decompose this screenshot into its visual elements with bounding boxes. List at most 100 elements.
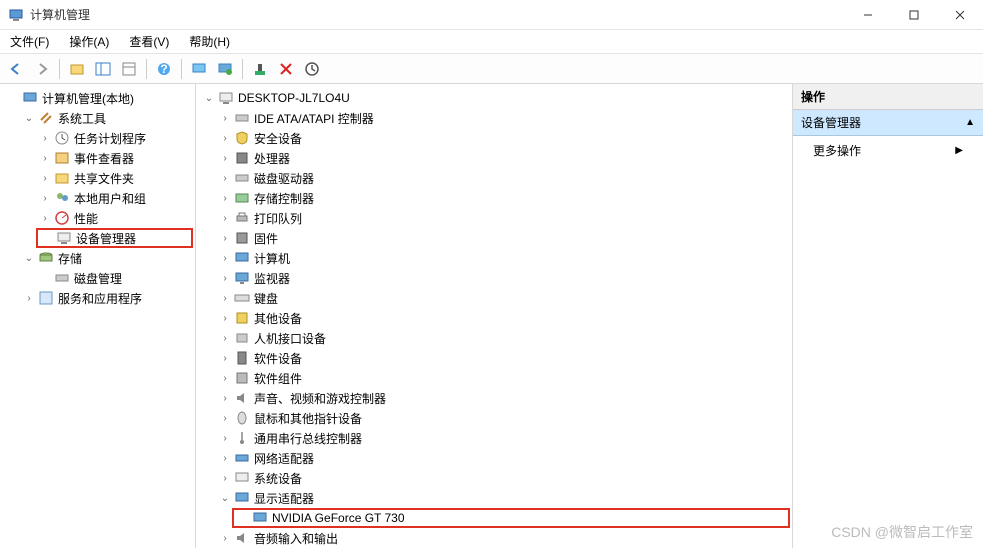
- device-category[interactable]: ›网络适配器: [216, 448, 790, 468]
- tree-system-tools[interactable]: ⌄ 系统工具: [20, 108, 193, 128]
- device-category[interactable]: ›通用串行总线控制器: [216, 428, 790, 448]
- device-category[interactable]: ›键盘: [216, 288, 790, 308]
- enable-device-button[interactable]: [300, 57, 324, 81]
- expander-icon[interactable]: ›: [218, 471, 232, 485]
- device-category[interactable]: ›监视器: [216, 268, 790, 288]
- expander-icon[interactable]: ›: [218, 311, 232, 325]
- maximize-button[interactable]: [891, 0, 937, 30]
- tree-performance[interactable]: ›性能: [36, 208, 193, 228]
- tree-label: 计算机管理(本地): [42, 90, 134, 107]
- expander-icon[interactable]: ›: [218, 291, 232, 305]
- menu-view[interactable]: 查看(V): [125, 31, 173, 52]
- tree-shared-folders[interactable]: ›共享文件夹: [36, 168, 193, 188]
- help-button[interactable]: ?: [152, 57, 176, 81]
- expander-icon[interactable]: ›: [218, 231, 232, 245]
- tree-local-users[interactable]: › 本地用户和组: [36, 188, 193, 208]
- expander-icon[interactable]: ›: [218, 191, 232, 205]
- back-button[interactable]: [4, 57, 28, 81]
- device-category[interactable]: ›处理器: [216, 148, 790, 168]
- expander-icon[interactable]: ›: [218, 451, 232, 465]
- expander-icon[interactable]: ›: [218, 331, 232, 345]
- properties-button[interactable]: [117, 57, 141, 81]
- uninstall-device-button[interactable]: [248, 57, 272, 81]
- expander-icon[interactable]: ⌄: [218, 491, 232, 505]
- device-category[interactable]: ›安全设备: [216, 128, 790, 148]
- collapse-icon[interactable]: ▲: [965, 117, 975, 128]
- device-category[interactable]: › 磁盘驱动器: [216, 168, 790, 188]
- expander-icon[interactable]: ›: [218, 111, 232, 125]
- forward-button[interactable]: [30, 57, 54, 81]
- expander-icon[interactable]: ›: [218, 151, 232, 165]
- expander-icon[interactable]: ⌄: [22, 251, 36, 265]
- actions-more[interactable]: 更多操作 ▶: [793, 136, 983, 165]
- device-category[interactable]: ›人机接口设备: [216, 328, 790, 348]
- device-category[interactable]: ›系统设备: [216, 468, 790, 488]
- actions-section[interactable]: 设备管理器 ▲: [793, 110, 983, 136]
- tree-label: NVIDIA GeForce GT 730: [272, 511, 405, 525]
- menu-help[interactable]: 帮助(H): [185, 31, 234, 52]
- expander-icon[interactable]: ›: [218, 211, 232, 225]
- tree-label: 磁盘驱动器: [254, 170, 314, 187]
- tree-label: 音频输入和输出: [254, 530, 338, 547]
- device-category[interactable]: ›声音、视频和游戏控制器: [216, 388, 790, 408]
- close-button[interactable]: [937, 0, 983, 30]
- tree-device-manager[interactable]: 设备管理器: [36, 228, 193, 248]
- category-icon: [234, 450, 250, 466]
- device-audio-io[interactable]: › 音频输入和输出: [216, 528, 790, 548]
- up-button[interactable]: [65, 57, 89, 81]
- expander-icon[interactable]: ›: [218, 251, 232, 265]
- tree-label: 本地用户和组: [74, 190, 146, 207]
- expander-icon[interactable]: ›: [218, 351, 232, 365]
- device-category[interactable]: ›存储控制器: [216, 188, 790, 208]
- device-category[interactable]: ›软件设备: [216, 348, 790, 368]
- device-display-adapters[interactable]: ⌄显示适配器: [216, 488, 790, 508]
- disable-device-button[interactable]: [274, 57, 298, 81]
- expander-icon[interactable]: ›: [22, 291, 36, 305]
- menu-action[interactable]: 操作(A): [65, 31, 113, 52]
- category-icon: [234, 390, 250, 406]
- expander-icon[interactable]: ›: [38, 151, 52, 165]
- device-gpu[interactable]: NVIDIA GeForce GT 730: [232, 508, 790, 528]
- expander-icon[interactable]: ›: [218, 371, 232, 385]
- expander-icon[interactable]: ›: [218, 391, 232, 405]
- tree-root[interactable]: 计算机管理(本地): [4, 88, 193, 108]
- update-driver-button[interactable]: [213, 57, 237, 81]
- minimize-button[interactable]: [845, 0, 891, 30]
- expander-icon[interactable]: ›: [218, 431, 232, 445]
- menu-file[interactable]: 文件(F): [6, 31, 53, 52]
- device-category[interactable]: ›打印队列: [216, 208, 790, 228]
- expander-icon[interactable]: ⌄: [22, 111, 36, 125]
- device-root[interactable]: ⌄ DESKTOP-JL7LO4U: [200, 88, 790, 108]
- device-category[interactable]: ›计算机: [216, 248, 790, 268]
- left-tree[interactable]: 计算机管理(本地) ⌄ 系统工具 ›任务计划程序 ›事件查看器 ›共享文件夹: [0, 84, 196, 548]
- device-tree[interactable]: ⌄ DESKTOP-JL7LO4U ›IDE ATA/ATAPI 控制器›安全设…: [196, 84, 793, 548]
- device-category[interactable]: ›鼠标和其他指针设备: [216, 408, 790, 428]
- expander-icon[interactable]: ›: [218, 411, 232, 425]
- scan-hardware-button[interactable]: [187, 57, 211, 81]
- expander-icon[interactable]: ›: [38, 191, 52, 205]
- expander-icon[interactable]: ›: [38, 131, 52, 145]
- expander-icon[interactable]: ›: [38, 171, 52, 185]
- expander-icon[interactable]: ›: [218, 171, 232, 185]
- expander-icon[interactable]: ›: [218, 131, 232, 145]
- device-category[interactable]: ›IDE ATA/ATAPI 控制器: [216, 108, 790, 128]
- device-category[interactable]: ›固件: [216, 228, 790, 248]
- tree-label: 其他设备: [254, 310, 302, 327]
- expander-icon[interactable]: ›: [218, 531, 232, 545]
- expander-icon[interactable]: ›: [218, 271, 232, 285]
- services-icon: [38, 290, 54, 306]
- toolbar-sep: [181, 59, 182, 79]
- tree-disk-management[interactable]: 磁盘管理: [36, 268, 193, 288]
- device-category[interactable]: › 其他设备: [216, 308, 790, 328]
- category-icon: [234, 170, 250, 186]
- expander-icon[interactable]: ›: [38, 211, 52, 225]
- tree-storage[interactable]: ⌄ 存储: [20, 248, 193, 268]
- tree-task-scheduler[interactable]: ›任务计划程序: [36, 128, 193, 148]
- show-hide-tree-button[interactable]: [91, 57, 115, 81]
- device-category[interactable]: ›软件组件: [216, 368, 790, 388]
- tree-event-viewer[interactable]: ›事件查看器: [36, 148, 193, 168]
- tree-services-apps[interactable]: ›服务和应用程序: [20, 288, 193, 308]
- audio-icon: [234, 530, 250, 546]
- expander-icon[interactable]: ⌄: [202, 91, 216, 105]
- category-icon: [234, 230, 250, 246]
